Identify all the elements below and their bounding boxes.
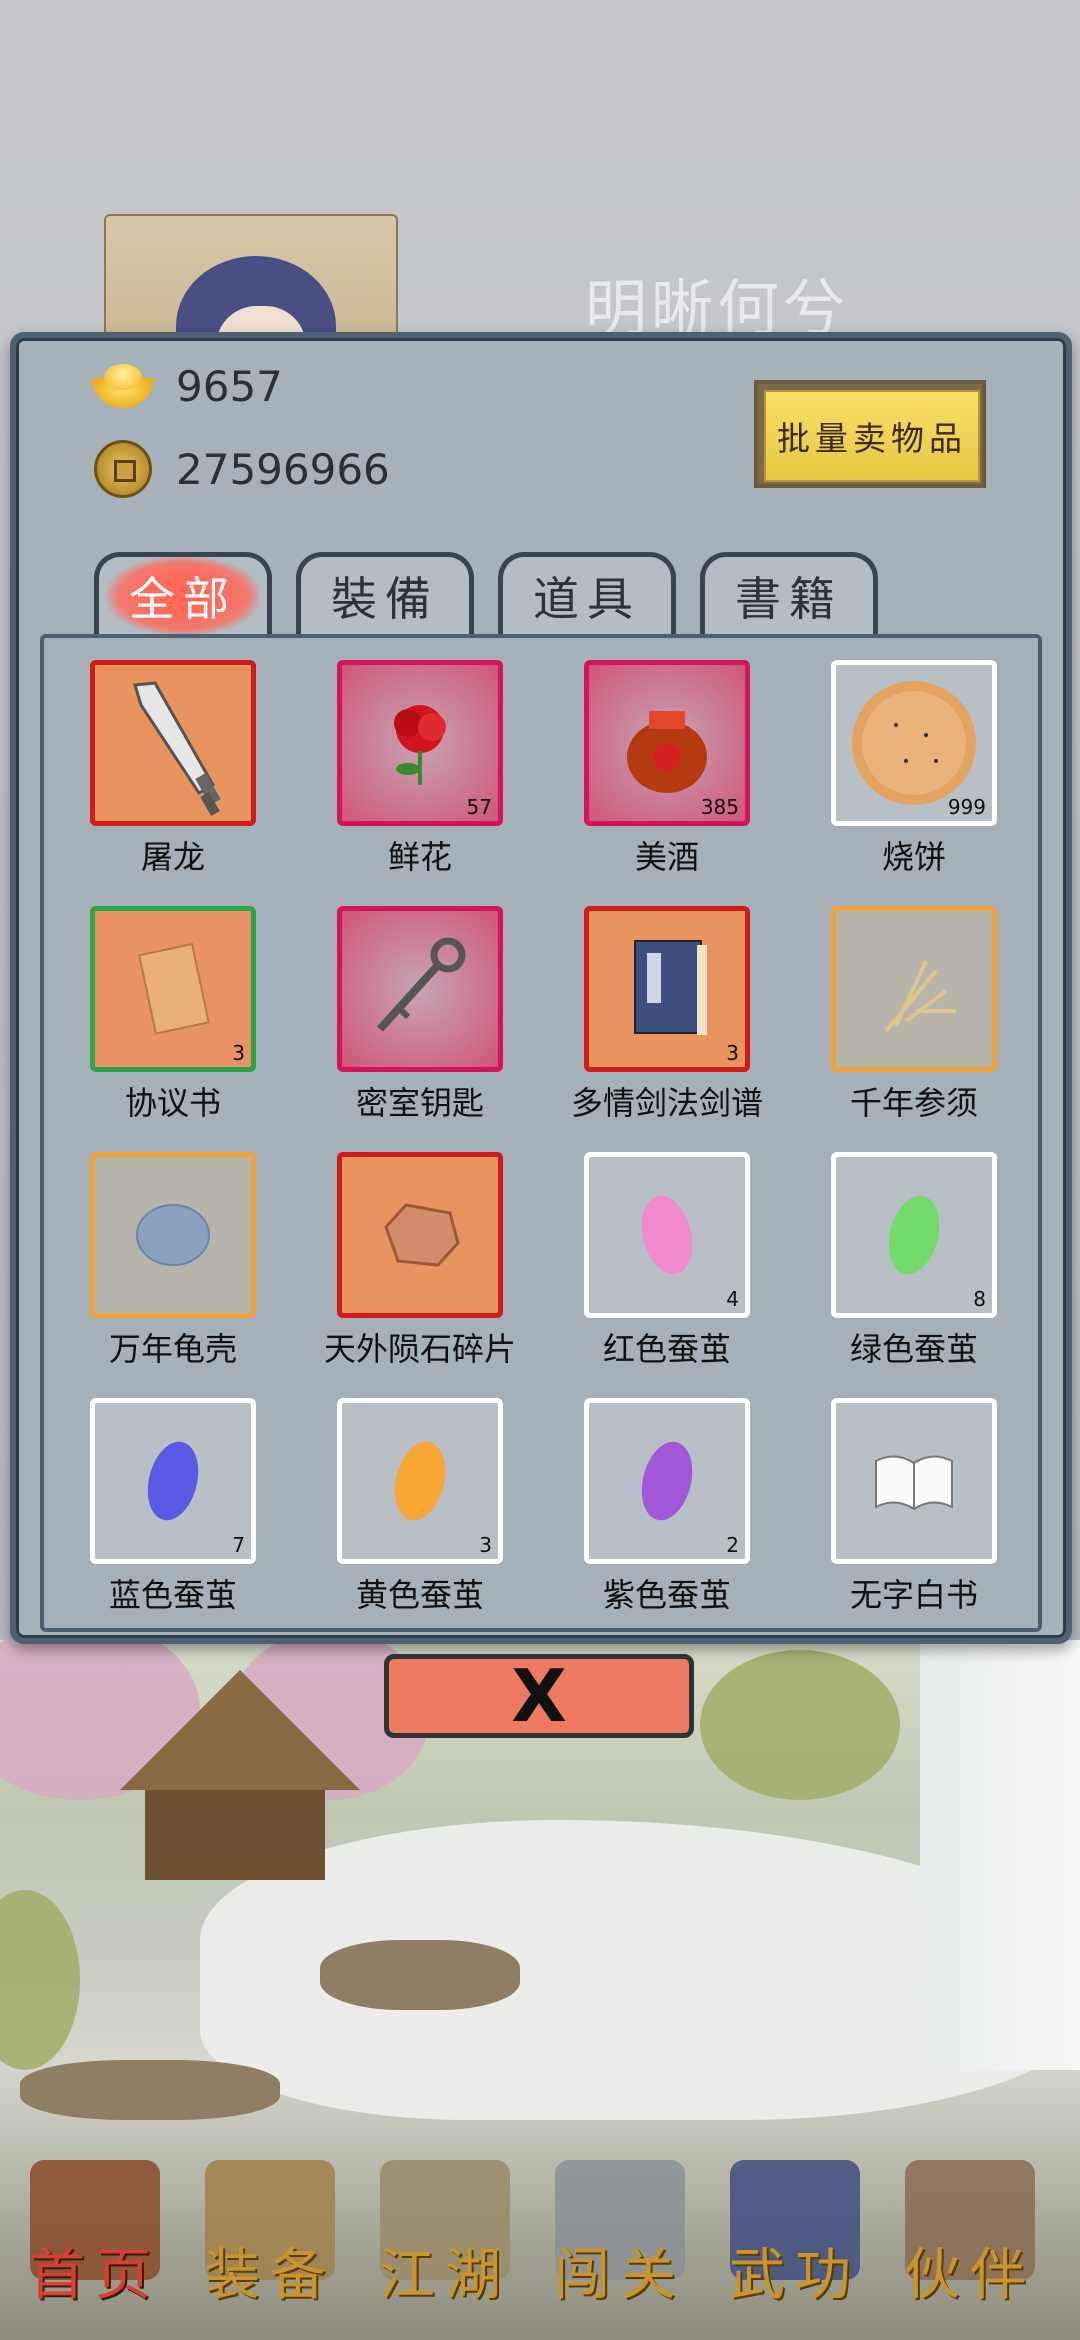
rock [20,2060,280,2120]
nav-item-5[interactable]: 武功 [710,2120,880,2340]
item-count: 2 [726,1533,739,1557]
green-cocoon-icon [836,1157,992,1313]
item-name: 烧饼 [881,838,946,876]
bottom-nav: 首页 装备 江湖 闯关 武功 伙伴 [0,2120,1080,2340]
gold-amount: 9657 [176,362,283,411]
item-slot[interactable]: 3 [337,1398,503,1564]
item-name: 美酒 [634,838,699,876]
item-name: 黄色蚕茧 [355,1576,484,1614]
item-slot[interactable] [90,660,256,826]
item-slot[interactable] [831,906,997,1072]
item-count: 3 [479,1533,492,1557]
contract-icon [95,911,251,1067]
tab-books[interactable]: 書籍 [700,552,878,634]
item-name: 多情剑法剑谱 [570,1084,763,1122]
nav-label: 江湖 [379,2243,511,2308]
item-count: 385 [700,795,739,819]
item-grid: 屠龙 57 鲜花 385 美酒 999 烧饼 3 协议书 密室钥匙 3 多情剑法剑谱 千年参须万年龟壳 天… [40,634,1042,1632]
item-name: 天外陨石碎片 [323,1330,516,1368]
nav-label: 闯关 [554,2243,686,2308]
yellow-cocoon-icon [342,1403,498,1559]
item-name: 屠龙 [140,838,205,876]
item-count: 7 [232,1533,245,1557]
red-cocoon-icon [589,1157,745,1313]
sword-icon [95,665,251,821]
tab-equipment-label: 裝備 [331,571,439,626]
item-slot[interactable] [831,1398,997,1564]
tab-books-label: 書籍 [735,571,843,626]
item-slot[interactable]: 2 [584,1398,750,1564]
meteorite-icon [342,1157,498,1313]
close-icon: X [511,1654,567,1738]
item-count: 4 [726,1287,739,1311]
item-count: 57 [466,795,492,819]
item-count: 3 [232,1041,245,1065]
blue-cocoon-icon [95,1403,251,1559]
tortoise-shell-icon [95,1157,251,1313]
manual-book-icon [589,911,745,1067]
bulk-sell-label: 批量卖物品 [764,390,980,482]
nav-item-4[interactable]: 闯关 [535,2120,705,2340]
item-count: 999 [947,795,986,819]
item-slot[interactable]: 4 [584,1152,750,1318]
item-name: 蓝色蚕茧 [108,1576,237,1614]
nav-label: 武功 [729,2243,861,2308]
green-shrub [0,1890,80,2070]
copper-amount: 27596966 [176,444,390,494]
item-slot[interactable]: 57 [337,660,503,826]
gold-row: 9657 [88,362,283,411]
item-name: 紫色蚕茧 [602,1576,731,1614]
item-slot[interactable]: 999 [831,660,997,826]
item-slot[interactable]: 7 [90,1398,256,1564]
blank-book-icon [836,1403,992,1559]
category-tabs: 全部 裝備 道具 書籍 [94,552,902,635]
green-tree [700,1650,900,1800]
close-button[interactable]: X [384,1654,694,1738]
item-slot[interactable] [90,1152,256,1318]
item-count: 8 [973,1287,986,1311]
item-count: 3 [726,1041,739,1065]
nav-item-1[interactable]: 首页 [10,2120,180,2340]
purple-cocoon-icon [589,1403,745,1559]
item-slot[interactable]: 8 [831,1152,997,1318]
copper-row: 27596966 [88,440,390,498]
rock [320,1940,520,2010]
nav-item-3[interactable]: 江湖 [360,2120,530,2340]
item-name: 密室钥匙 [355,1084,484,1122]
nav-item-2[interactable]: 装备 [185,2120,355,2340]
hut-body [145,1790,325,1880]
tab-equipment[interactable]: 裝備 [296,552,474,634]
nav-label: 伙伴 [904,2243,1036,2308]
hut-roof [120,1670,360,1790]
item-name: 万年龟壳 [108,1330,237,1368]
ginseng-icon [836,911,992,1067]
tab-props-label: 道具 [533,571,641,626]
gold-ingot-icon [88,363,158,410]
bulk-sell-button[interactable]: 批量卖物品 [754,380,986,488]
nav-label: 首页 [29,2243,161,2308]
key-icon [342,911,498,1067]
item-slot[interactable]: 385 [584,660,750,826]
waterfall [920,1640,1080,2070]
item-name: 协议书 [124,1084,221,1122]
item-name: 无字白书 [849,1576,978,1614]
tab-props[interactable]: 道具 [498,552,676,634]
tab-all-label: 全部 [107,556,259,635]
item-name: 千年参须 [849,1084,978,1122]
copper-coin-icon [94,440,152,498]
item-name: 鲜花 [387,838,452,876]
item-slot[interactable] [337,1152,503,1318]
item-slot[interactable]: 3 [584,906,750,1072]
item-name: 红色蚕茧 [602,1330,731,1368]
item-name: 绿色蚕茧 [849,1330,978,1368]
item-slot[interactable]: 3 [90,906,256,1072]
inventory-panel: 9657 27596966 批量卖物品 全部 裝備 道具 書籍 屠龙 57 鲜花 38… [10,332,1072,1644]
tab-all[interactable]: 全部 [94,552,272,635]
item-slot[interactable] [337,906,503,1072]
nav-label: 装备 [204,2243,336,2308]
nav-item-6[interactable]: 伙伴 [885,2120,1055,2340]
